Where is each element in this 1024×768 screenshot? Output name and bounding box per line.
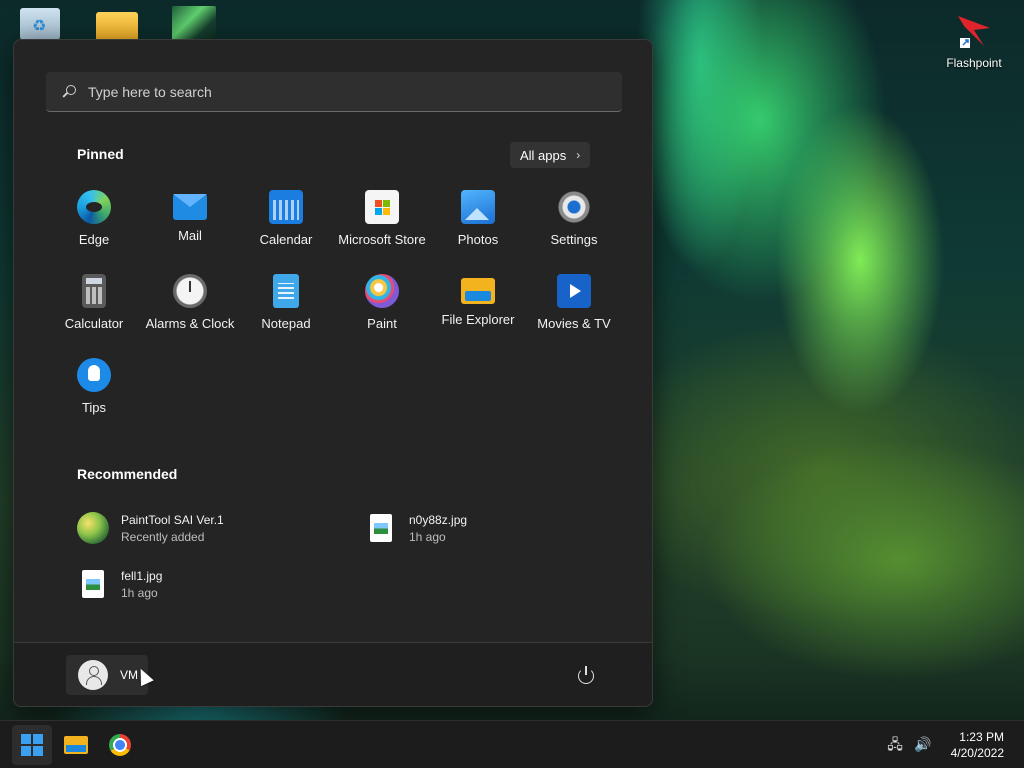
image-file-icon [82,570,104,598]
all-apps-label: All apps [520,147,567,163]
start-button[interactable] [12,725,52,765]
app-label: Mail [178,228,202,243]
pinned-app-edge[interactable]: Edge [46,178,142,254]
pinned-app-file-explorer[interactable]: File Explorer [430,262,526,338]
recommended-item-name: n0y88z.jpg [409,512,468,527]
recommended-item-painttool-sai[interactable]: PaintTool SAI Ver.1 Recently added [77,505,347,551]
app-label: Calculator [64,316,124,331]
notepad-icon [273,274,299,308]
pinned-app-movies-tv[interactable]: Movies & TV [526,262,622,338]
app-label: Paint [367,316,397,331]
all-apps-button[interactable]: All apps › [510,142,591,168]
app-label: Calendar [259,232,313,247]
app-label: Movies & TV [537,316,611,331]
pinned-app-settings[interactable]: Settings [526,178,622,254]
app-label: Edge [78,232,110,247]
taskbar-chrome[interactable] [100,725,140,765]
pinned-app-microsoft-store[interactable]: Microsoft Store [334,178,430,254]
pinned-app-tips[interactable]: Tips [46,346,142,422]
app-label: Tips [81,400,107,415]
pinned-app-photos[interactable]: Photos [430,178,526,254]
app-label: Microsoft Store [338,232,426,247]
start-menu-footer: VM [14,642,652,706]
network-icon[interactable]: 🖧 [886,735,904,753]
desktop-shortcut-flashpoint[interactable]: Flashpoint [940,12,1008,70]
app-label: Photos [457,232,499,247]
flashpoint-logo-icon [958,16,990,48]
desktop-image-icon[interactable] [172,6,216,42]
taskbar: 🖧 🔊 1:23 PM 4/20/2022 [0,720,1024,768]
pinned-app-calculator[interactable]: Calculator [46,262,142,338]
app-label: File Explorer [441,312,515,327]
store-icon [365,190,399,224]
user-avatar-icon [78,660,108,690]
photos-icon [461,190,495,224]
app-label: Settings [550,232,598,247]
chevron-right-icon: › [576,148,581,162]
desktop-folder-icon[interactable] [96,12,138,42]
app-label: Alarms & Clock [145,316,235,331]
pinned-app-paint[interactable]: Paint [334,262,430,338]
recommended-item-subtitle: 1h ago [121,585,158,600]
recommended-item-subtitle: Recently added [121,529,205,544]
search-placeholder: Type here to search [88,83,212,100]
app-label: Notepad [261,316,311,331]
edge-icon [77,190,111,224]
painttool-sai-icon [77,512,109,544]
pinned-app-notepad[interactable]: Notepad [238,262,334,338]
folder-icon [64,736,88,754]
system-tray: 🖧 🔊 [886,735,932,753]
recommended-item-name: fell1.jpg [121,568,163,583]
tips-icon [77,358,111,392]
mail-icon [173,194,207,220]
paint-icon [365,274,399,308]
recommended-item-fell1[interactable]: fell1.jpg 1h ago [77,561,347,607]
taskbar-file-explorer[interactable] [56,725,96,765]
desktop-shortcut-label: Flashpoint [946,56,1002,70]
image-file-icon [370,514,392,542]
search-input[interactable]: Type here to search [46,72,622,112]
pinned-heading: Pinned [77,146,124,162]
clock-icon [173,274,207,308]
movies-icon [557,274,591,308]
calendar-icon [269,190,303,224]
clock-time: 1:23 PM [959,730,1004,744]
pinned-app-calendar[interactable]: Calendar [238,178,334,254]
calculator-icon [82,274,106,308]
pinned-app-alarms-clock[interactable]: Alarms & Clock [142,262,238,338]
folder-icon [461,278,495,304]
recommended-heading: Recommended [77,466,178,482]
volume-icon[interactable]: 🔊 [914,735,932,753]
recycle-bin-icon[interactable] [20,8,60,42]
recommended-item-n0y88z[interactable]: n0y88z.jpg 1h ago [365,505,635,551]
recommended-item-name: PaintTool SAI Ver.1 [121,512,224,527]
settings-icon [557,190,591,224]
search-icon [62,84,76,99]
power-icon[interactable] [576,665,596,685]
windows-logo-icon [21,734,43,756]
pinned-app-mail[interactable]: Mail [142,178,238,254]
recommended-item-subtitle: 1h ago [409,529,446,544]
taskbar-clock[interactable]: 1:23 PM 4/20/2022 [951,729,1004,761]
start-menu: Type here to search Pinned All apps › Ed… [13,39,653,707]
clock-date: 4/20/2022 [950,746,1004,760]
chrome-icon [109,734,131,756]
